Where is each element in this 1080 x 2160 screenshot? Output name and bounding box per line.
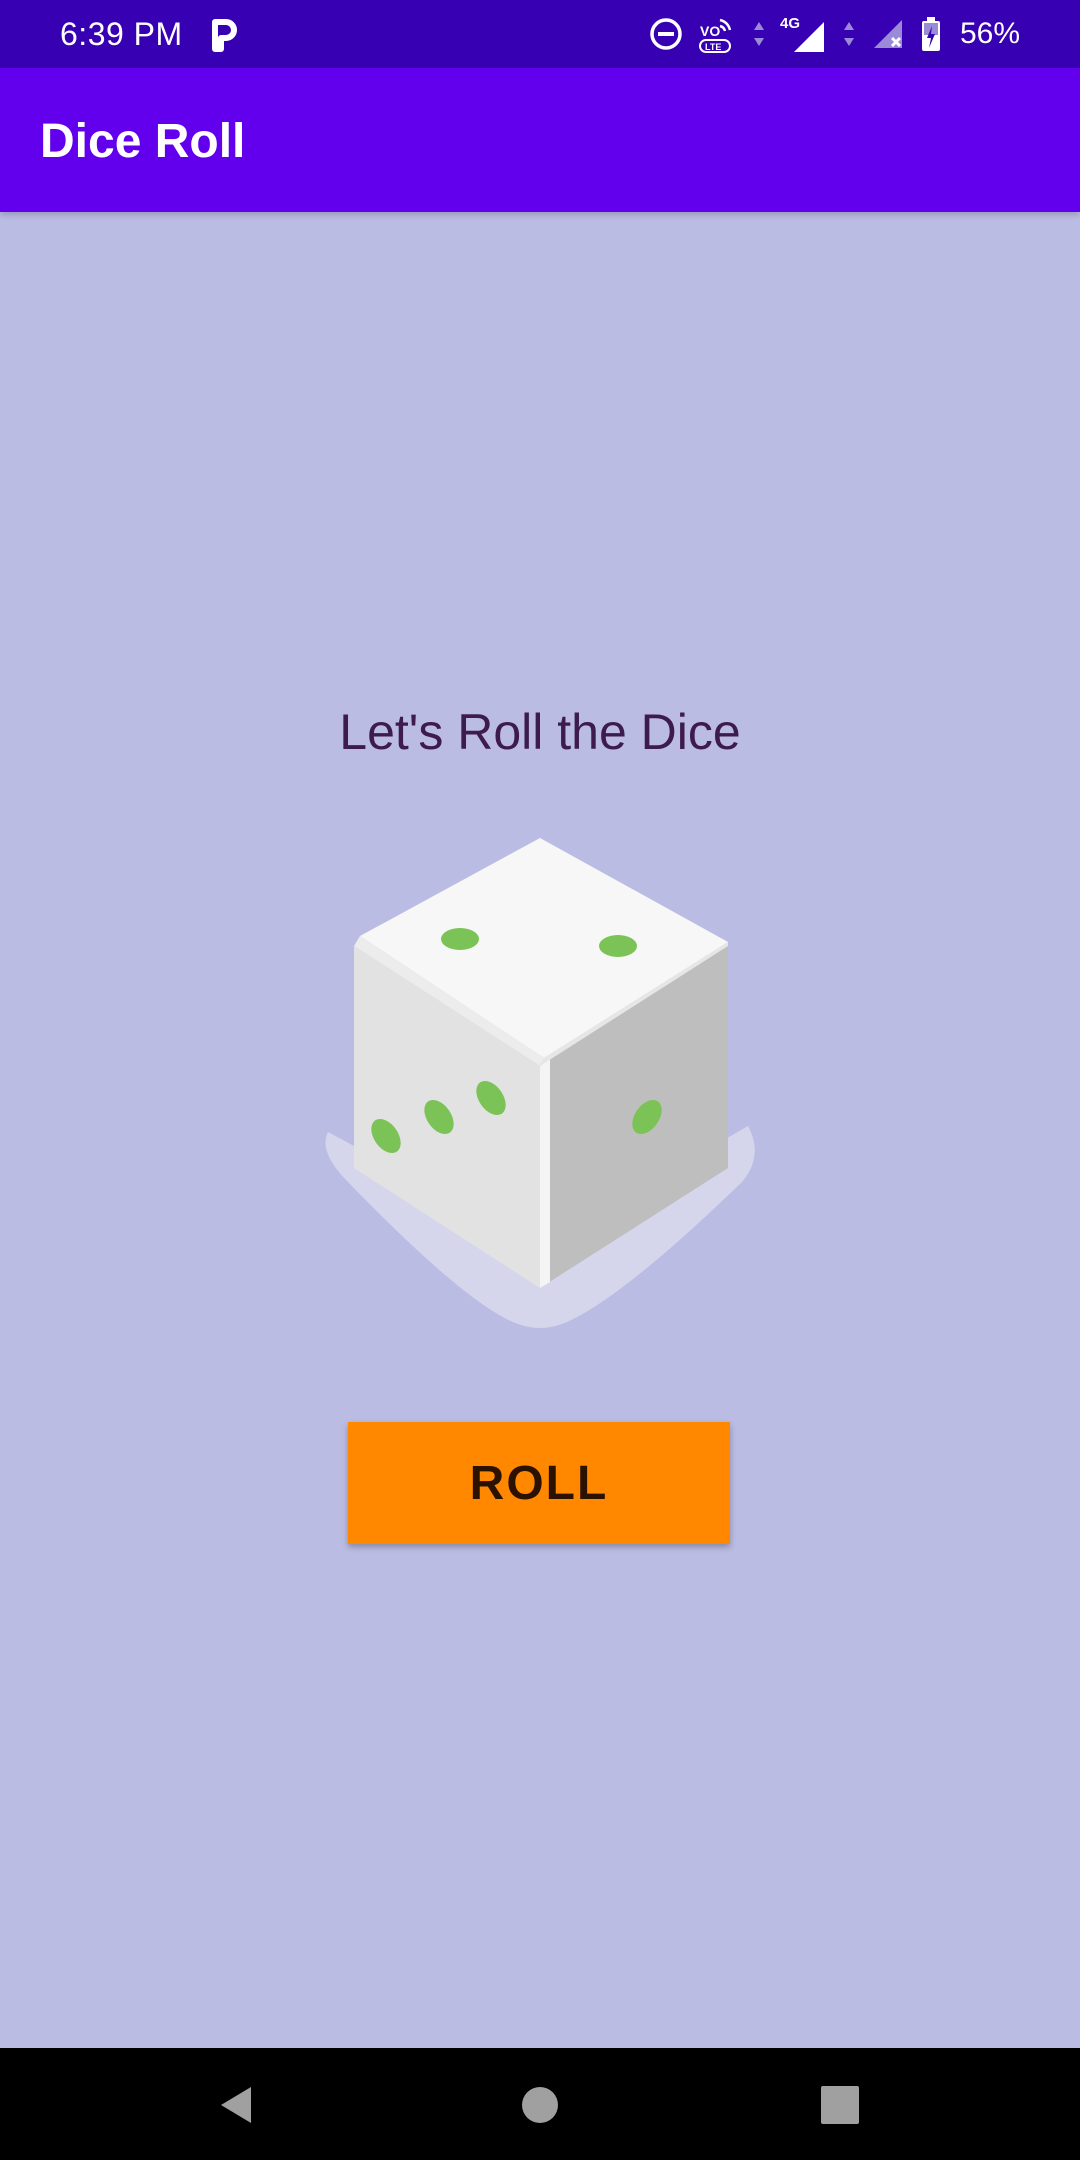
status-bar: 6:39 PM VO LTE 4G 56% xyxy=(0,0,1080,68)
dice-pip xyxy=(441,928,479,950)
home-button[interactable] xyxy=(513,2078,567,2132)
recents-button[interactable] xyxy=(813,2078,867,2132)
svg-text:LTE: LTE xyxy=(705,42,721,52)
back-button[interactable] xyxy=(210,2078,264,2132)
signal-4g-icon: 4G xyxy=(780,15,824,52)
dice-edge-highlight xyxy=(540,1058,550,1288)
app-title: Dice Roll xyxy=(40,115,246,168)
svg-text:VO: VO xyxy=(700,23,720,39)
p-app-icon xyxy=(212,19,237,52)
status-icons: VO LTE 4G 56% xyxy=(648,12,1020,56)
home-icon xyxy=(522,2087,558,2123)
volte-icon: VO LTE xyxy=(698,18,732,53)
navigation-bar xyxy=(0,2048,1080,2160)
do-not-disturb-icon xyxy=(650,18,682,50)
svg-text:4G: 4G xyxy=(780,15,800,32)
dice-pip xyxy=(599,935,637,957)
headline: Let's Roll the Dice xyxy=(339,704,741,760)
app-bar: Dice Roll xyxy=(0,68,1080,212)
signal-no-service-icon xyxy=(873,20,902,48)
battery-percentage: 56% xyxy=(959,17,1020,50)
screen: 6:39 PM VO LTE 4G 56% Dice Roll Let's Ro… xyxy=(0,0,1080,2160)
back-icon xyxy=(221,2087,251,2123)
recents-icon xyxy=(821,2086,859,2124)
dice-icon xyxy=(325,838,755,1328)
data-arrows-icon xyxy=(753,22,764,46)
status-time: 6:39 PM xyxy=(60,16,183,52)
battery-charging-icon xyxy=(921,17,940,51)
roll-button[interactable]: ROLL xyxy=(348,1422,730,1544)
data-arrows-icon-2 xyxy=(843,22,854,46)
